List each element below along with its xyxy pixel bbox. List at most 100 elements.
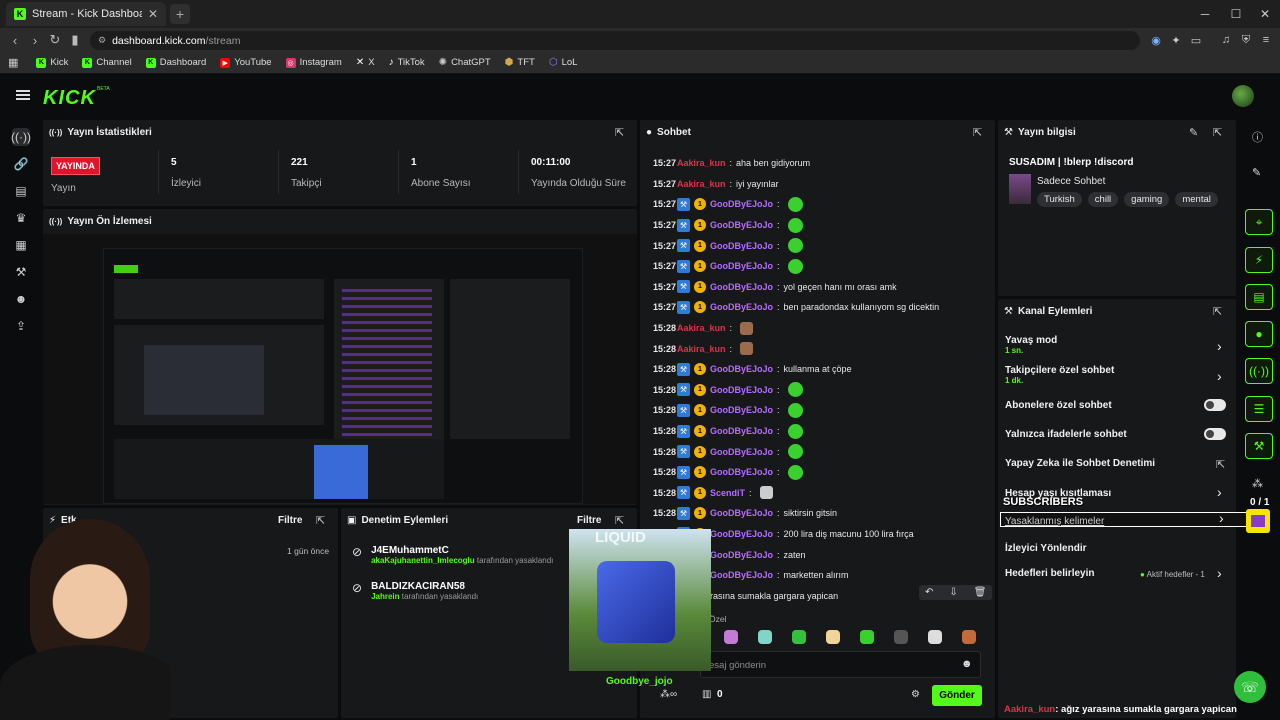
forward-icon[interactable]: › — [26, 31, 44, 49]
expand-info-icon[interactable]: ⇱ — [1213, 126, 1222, 139]
pin-icon[interactable]: ⇩ — [949, 587, 957, 598]
analytics-nav-icon[interactable]: ▤ — [12, 182, 30, 200]
chat-message[interactable]: 15:27 ⚒ 1 GooDByEJoJo: — [653, 194, 993, 215]
media-nav-icon[interactable]: ▦ — [12, 236, 30, 254]
chat-username[interactable]: GooDByEJoJo — [710, 508, 773, 518]
maximize-icon[interactable]: ☐ — [1221, 4, 1251, 24]
chat-message[interactable]: 15:28 ⚒ 1 GooDByEJoJo: — [653, 400, 993, 421]
apps-grid-icon[interactable]: ▦ — [8, 56, 18, 69]
chat-message[interactable]: 15:28 ⚒ 1 GooDByEJoJo: — [653, 441, 993, 462]
rail-broadcast-button[interactable]: ((·)) — [1245, 358, 1273, 384]
rail-notes-button[interactable]: ▤ — [1245, 284, 1273, 310]
action-followers-only[interactable]: Takipçilere özel sohbet 1 dk. — [1005, 365, 1114, 385]
vpn-shield-icon[interactable]: ⛨ — [1238, 32, 1254, 48]
chat-settings-icon[interactable]: ⚙ — [911, 689, 920, 700]
emote-tab-label[interactable]: Özel — [709, 614, 726, 624]
chevron-right-icon[interactable]: › — [1217, 565, 1222, 581]
bookmark-instagram[interactable]: ◎ Instagram — [285, 57, 342, 68]
delete-icon[interactable]: 🗑 — [974, 587, 987, 598]
reply-icon[interactable]: ↶ — [925, 587, 933, 598]
chat-username[interactable]: GooDByEJoJo — [710, 220, 773, 230]
chat-username[interactable]: GooDByEJoJo — [710, 426, 773, 436]
chat-message[interactable]: 15:27 ⚒ 1 GooDByEJoJo: — [653, 235, 993, 256]
upload-nav-icon[interactable]: ⇪ — [12, 317, 30, 335]
chat-username[interactable]: GooDByEJoJo — [710, 385, 773, 395]
chat-username[interactable]: GooDByEJoJo — [710, 364, 773, 374]
emote-icon[interactable] — [724, 630, 738, 644]
gift-icon[interactable]: ▥ — [702, 689, 711, 700]
action-redirect-viewers[interactable]: İzleyici Yönlendir — [1005, 543, 1087, 554]
moderation-row[interactable]: ⊘ J4EMuhammetC akaKajuhanettin_Imlecoglu … — [352, 545, 553, 565]
external-link-icon[interactable]: ⇱ — [1216, 458, 1225, 471]
close-tab-icon[interactable]: ✕ — [148, 7, 158, 21]
chat-message[interactable]: 15:28 ⚒ 1 GooDByEJoJo: kullanma at çöpe — [653, 359, 993, 380]
chevron-right-icon[interactable]: › — [1217, 338, 1222, 354]
chat-username[interactable]: Aakira_kun — [677, 158, 726, 168]
tools-nav-icon[interactable]: ⚒ — [12, 263, 30, 281]
expand-chat-icon[interactable]: ⇱ — [973, 126, 982, 139]
rail-lightning-button[interactable]: ⚡ — [1245, 247, 1273, 273]
menu-icon[interactable]: ≡ — [1258, 32, 1274, 48]
chat-message[interactable]: 15:27 ⚒ 1 GooDByEJoJo: — [653, 256, 993, 277]
user-avatar[interactable] — [1232, 85, 1254, 107]
rail-chat-button[interactable]: ● — [1245, 321, 1273, 347]
chat-message[interactable]: 15:28 ⚒ 1 GooDByEJoJo: — [653, 421, 993, 442]
expand-actions-icon[interactable]: ⇱ — [1213, 305, 1222, 318]
link-nav-icon[interactable]: 🔗 — [12, 155, 30, 173]
action-goals[interactable]: Hedefleri belirleyin — [1005, 568, 1094, 579]
emote-icon[interactable] — [758, 630, 772, 644]
bookmark-lol[interactable]: ⬡ LoL — [549, 57, 578, 68]
emote-icon[interactable] — [826, 630, 840, 644]
info-icon[interactable]: ⓘ — [1252, 129, 1263, 145]
bookmark-tiktok[interactable]: ♪ TikTok — [389, 57, 425, 68]
browser-tab[interactable]: K Stream - Kick Dashboard ✕ — [6, 2, 166, 26]
subscribers-only-toggle[interactable] — [1204, 399, 1226, 411]
support-chat-button[interactable]: ☏ — [1234, 671, 1266, 703]
bookmark-kick[interactable]: K Kick — [36, 57, 68, 68]
moderation-filter-button[interactable]: Filtre — [577, 515, 601, 526]
chat-username[interactable]: GooDByEJoJo — [710, 302, 773, 312]
chat-username[interactable]: Aakira_kun — [677, 179, 726, 189]
chat-username[interactable]: GooDByEJoJo — [710, 550, 773, 560]
bookmark-channel[interactable]: K Channel — [82, 57, 132, 68]
bookmark-dashboard[interactable]: K Dashboard — [145, 57, 206, 68]
chat-username[interactable]: GooDByEJoJo — [710, 405, 773, 415]
moderation-row[interactable]: ⊘ BALDIZKACIRAN58 Jahrein tarafından yasa… — [352, 581, 478, 601]
chat-username[interactable]: GooDByEJoJo — [710, 529, 773, 539]
close-window-icon[interactable]: ✕ — [1250, 4, 1280, 24]
edit-info-icon[interactable]: ✎ — [1189, 126, 1198, 139]
stream-nav-icon[interactable]: ((·)) — [11, 128, 31, 146]
emote-icon[interactable] — [894, 630, 908, 644]
chat-username[interactable]: GooDByEJoJo — [710, 570, 773, 580]
trophy-nav-icon[interactable]: ♛ — [12, 209, 30, 227]
chat-message[interactable]: 15:28 ⚒ 1 GooDByEJoJo: — [653, 462, 993, 483]
channel-points-icon[interactable]: ⁂∞ — [660, 689, 677, 700]
extensions-puzzle-icon[interactable]: ✦ — [1168, 32, 1184, 48]
bookmark-chatgpt[interactable]: ✺ ChatGPT — [439, 57, 491, 68]
bookmark-icon[interactable]: ▮ — [66, 31, 84, 49]
emote-icon[interactable] — [860, 630, 874, 644]
chat-username[interactable]: GooDByEJoJo — [710, 261, 773, 271]
action-banned-words[interactable]: Yasaklanmış kelimeler › — [1000, 510, 1250, 527]
emote-icon[interactable] — [792, 630, 806, 644]
chat-message[interactable]: 15:28 ⚒ 1 ScendiT: — [653, 483, 993, 504]
chat-username[interactable]: GooDByEJoJo — [710, 241, 773, 251]
chat-username[interactable]: GooDByEJoJo — [710, 447, 773, 457]
chat-username[interactable]: Aakira_kun — [677, 344, 726, 354]
expand-events-icon[interactable]: ⇱ — [316, 514, 325, 527]
share-icon[interactable]: ⁂ — [1252, 477, 1263, 490]
emote-icon[interactable] — [962, 630, 976, 644]
chat-message[interactable]: 15:28 Aakira_kun: — [653, 318, 993, 339]
back-icon[interactable]: ‹ — [6, 31, 24, 49]
music-icon[interactable]: ♫ — [1218, 32, 1234, 48]
site-info-icon[interactable]: ⚙ — [98, 35, 106, 46]
bookmark-tft[interactable]: ⬢ TFT — [505, 57, 535, 68]
hamburger-menu-icon[interactable] — [16, 90, 30, 100]
minimize-icon[interactable]: ─ — [1190, 4, 1220, 24]
pencil-icon[interactable]: ✎ — [1252, 166, 1261, 179]
expand-stats-icon[interactable]: ⇱ — [615, 126, 624, 139]
emote-icon[interactable] — [928, 630, 942, 644]
emoji-icon[interactable]: ☻ — [961, 658, 973, 670]
action-slow-mode[interactable]: Yavaş mod 1 sn. — [1005, 335, 1057, 355]
chat-message[interactable]: 15:27 ⚒ 1 GooDByEJoJo: — [653, 215, 993, 236]
